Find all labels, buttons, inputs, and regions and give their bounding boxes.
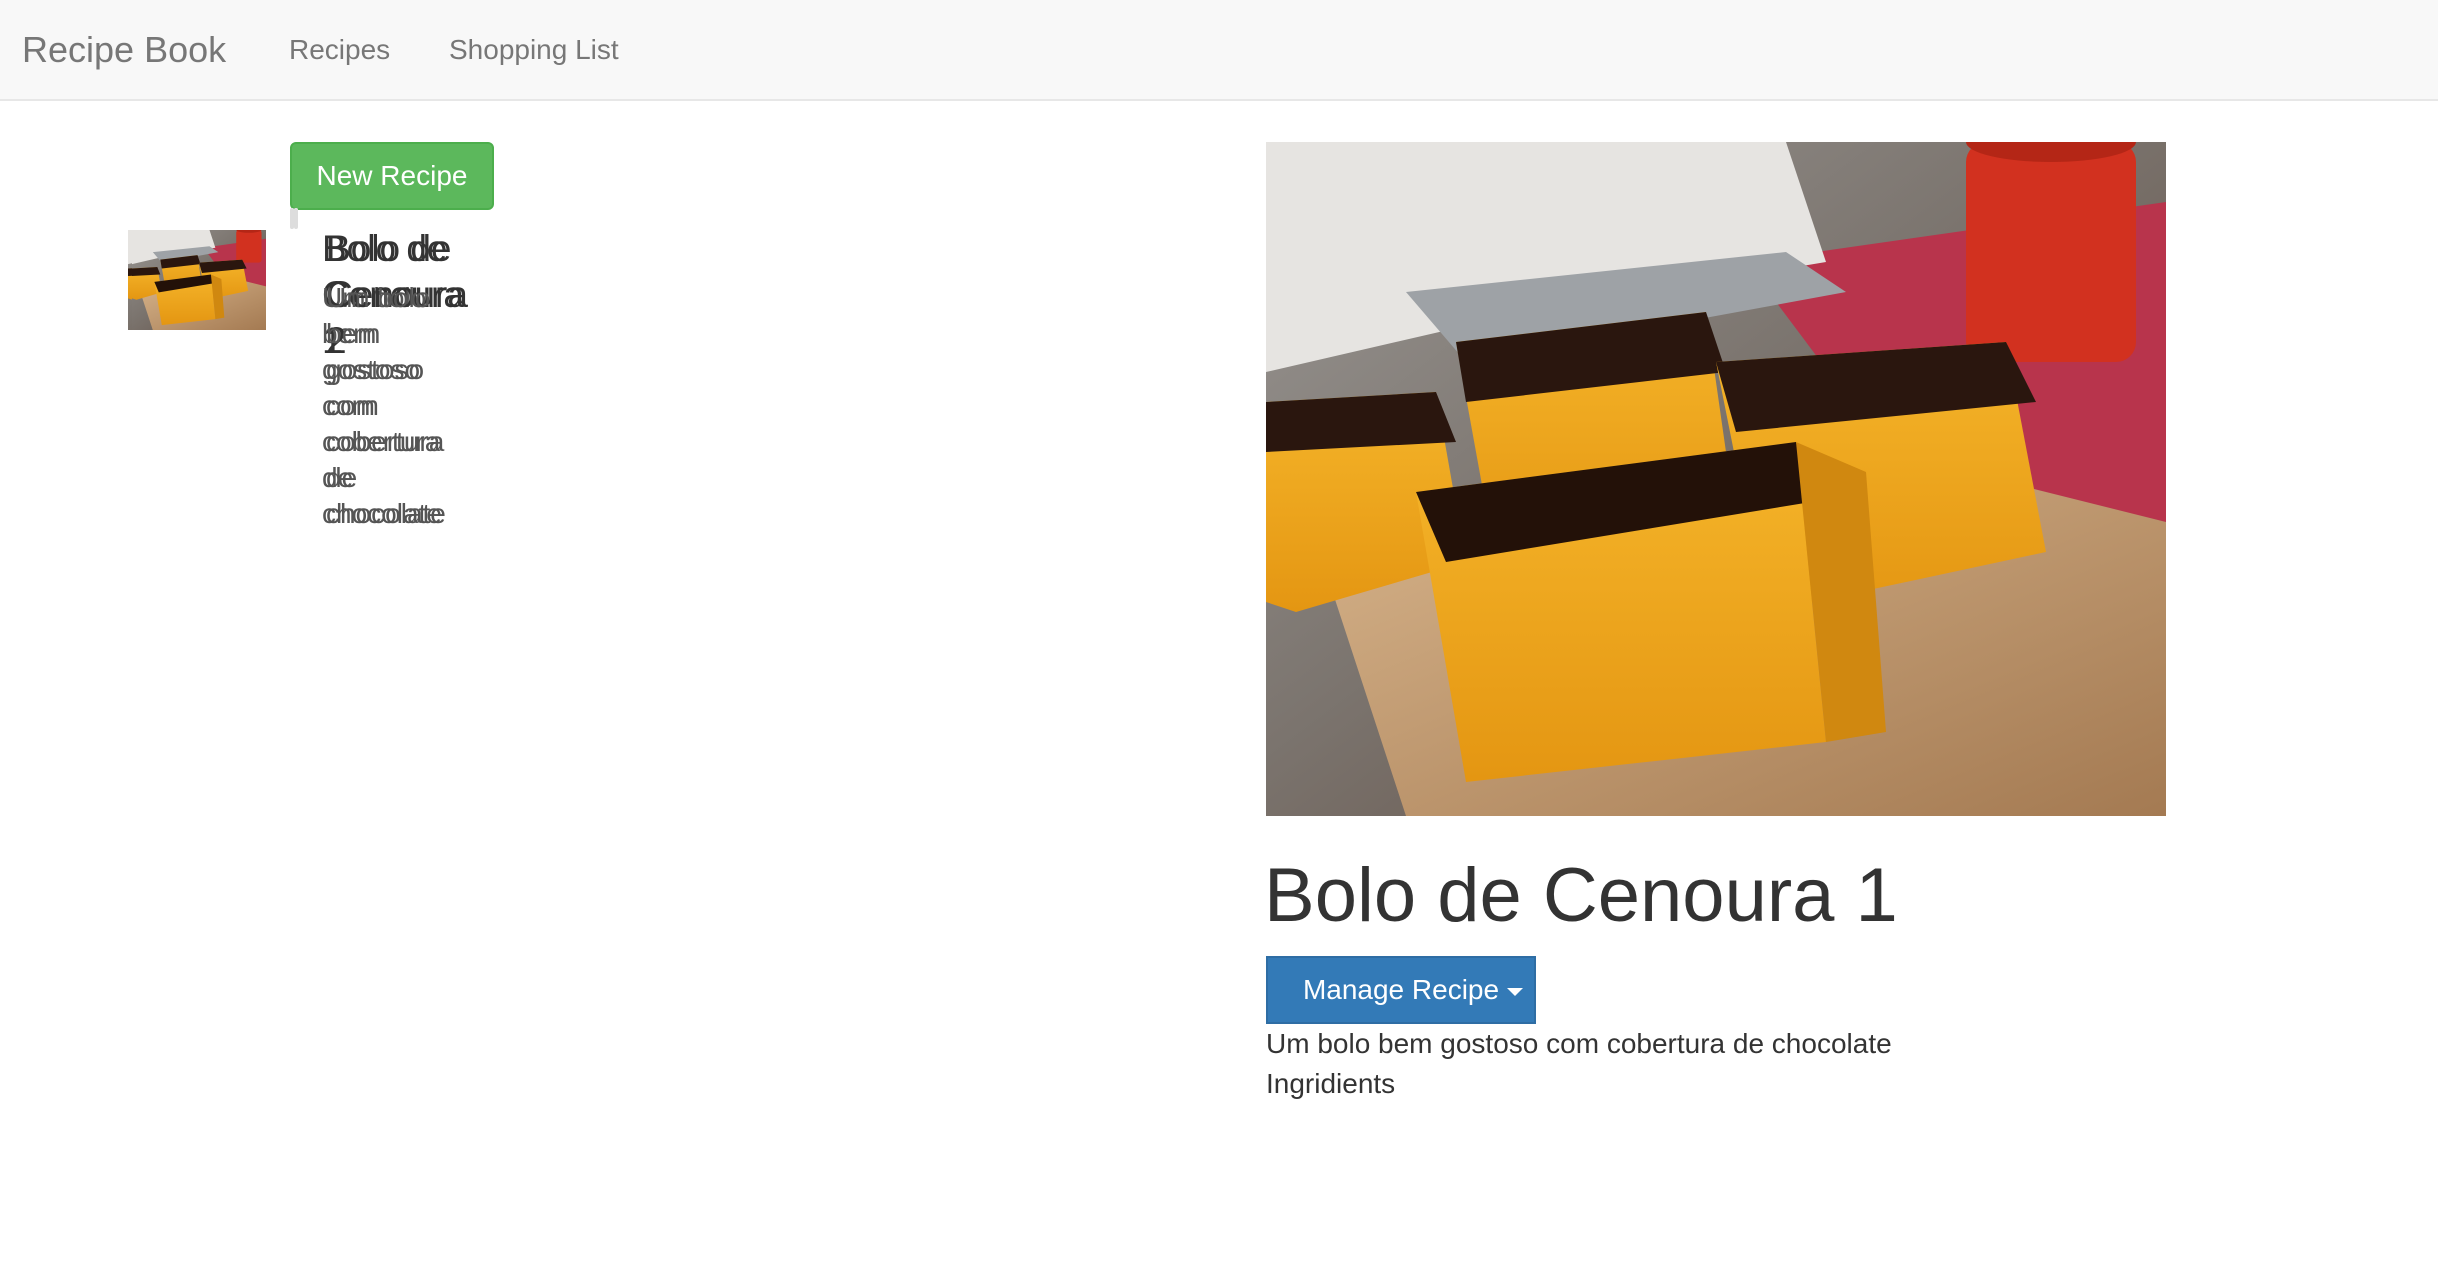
recipe-item-description: Um bolo bem gostoso com cobertura de cho… [326, 282, 446, 529]
recipe-detail-description: Um bolo bem gostoso com cobertura de cho… [1266, 1028, 1892, 1059]
manage-recipe-label: Manage Recipe [1302, 974, 1500, 1005]
caret-down-icon [1507, 987, 1524, 996]
manage-recipe-dropdown-button[interactable]: Manage Recipe [1266, 956, 1536, 1024]
recipe-list-item[interactable]: Bolo de Cenoura 2 Um bolo bem gostoso co… [294, 208, 468, 529]
nav-recipes-link[interactable]: Recipes [289, 32, 390, 68]
new-recipe-button[interactable]: New Recipe [290, 142, 494, 210]
recipe-detail-title: Bolo de Cenoura 1 [1264, 853, 1898, 938]
recipe-list: Bolo de Cenoura 1 Um bolo bem gostoso co… [290, 208, 1206, 529]
ingredients-heading: Ingridients [1266, 1068, 1396, 1099]
top-navbar: Recipe Book Recipes Shopping List [0, 0, 2438, 101]
nav-shopping-list-link[interactable]: Shopping List [449, 32, 619, 68]
recipe-detail-image [1266, 142, 2166, 816]
brand-link[interactable]: Recipe Book [22, 28, 226, 72]
recipe-thumbnail-image [132, 230, 266, 330]
